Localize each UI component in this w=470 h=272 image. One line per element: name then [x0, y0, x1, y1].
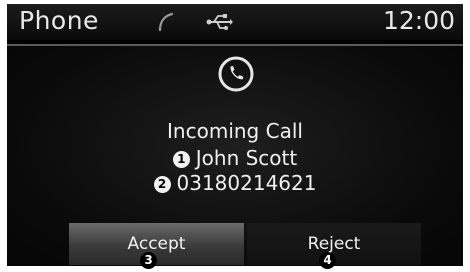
caller-name-row: 1 John Scott — [7, 146, 463, 170]
app-title: Phone — [19, 6, 99, 35]
callout-marker-4: 4 — [319, 252, 336, 269]
incoming-call-panel: Incoming Call 1 John Scott 2 03180214621 A… — [7, 46, 463, 266]
phone-call-icon — [218, 56, 254, 92]
callout-marker-3: 3 — [140, 252, 157, 269]
caller-number: 03180214621 — [176, 171, 317, 195]
callout-marker-2: 2 — [153, 176, 171, 193]
caller-number-row: 2 03180214621 — [7, 171, 463, 195]
head-unit-screen: Phone 12:00 Incoming Call 1 John Scott 20… — [7, 4, 463, 266]
status-bar: Phone 12:00 — [7, 4, 463, 40]
callout-marker-1: 1 — [172, 151, 190, 168]
usb-icon — [206, 14, 233, 30]
phone-handset-icon — [158, 12, 174, 32]
incoming-call-title: Incoming Call — [167, 119, 303, 143]
caller-name: John Scott — [195, 146, 298, 170]
clock: 12:00 — [382, 6, 455, 35]
